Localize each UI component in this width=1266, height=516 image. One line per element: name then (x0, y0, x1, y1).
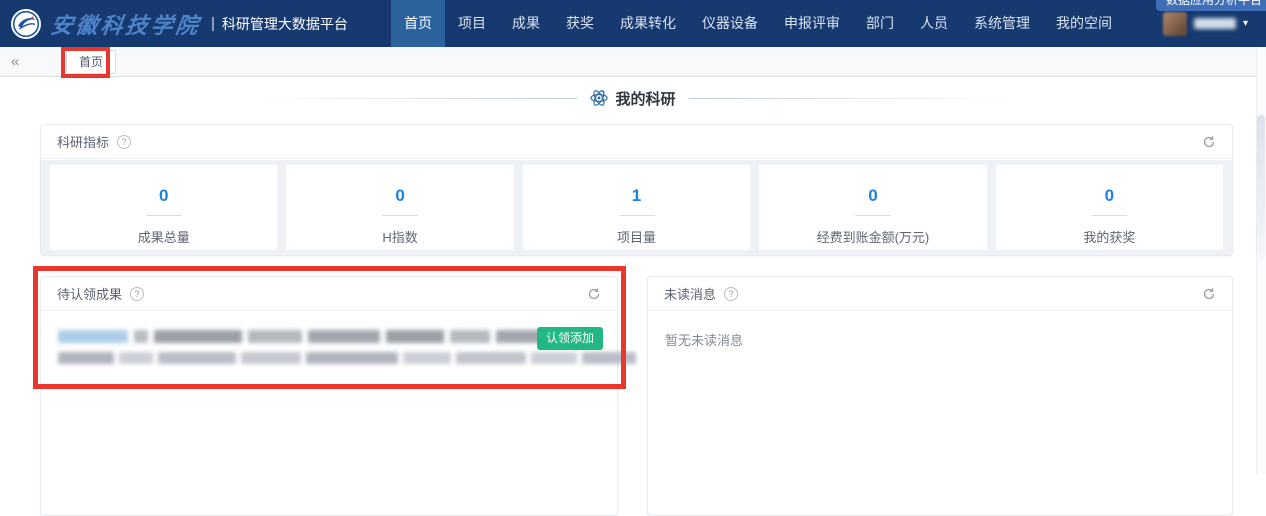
claims-panel-title: 待认领成果 (57, 284, 122, 303)
menu-item-home[interactable]: 首页 (391, 0, 445, 47)
menu-item-projects[interactable]: 项目 (445, 0, 499, 47)
metrics-cards: 0 成果总量 0 H指数 1 项目量 0 经费到账金额(万元) 0 我的获奖 (41, 160, 1232, 255)
empty-messages-text: 暂无未读消息 (665, 330, 743, 349)
divider-line-left (247, 98, 577, 99)
refresh-icon[interactable] (587, 287, 601, 301)
claim-item-detail-redacted (58, 352, 636, 364)
metrics-panel-header: 科研指标 ? (41, 125, 1232, 159)
redacted-segment (450, 330, 490, 343)
menu-item-equipment[interactable]: 仪器设备 (689, 0, 771, 47)
stat-card-projects[interactable]: 1 项目量 (523, 165, 750, 250)
redacted-segment (531, 352, 577, 364)
page: { "navbar": { "university_name": "安徽科技学院… (0, 0, 1266, 474)
menu-item-personnel[interactable]: 人员 (907, 0, 961, 47)
help-icon[interactable]: ? (724, 287, 738, 301)
redacted-segment (154, 330, 242, 343)
stat-label: 项目量 (523, 227, 750, 246)
stat-divider (382, 215, 418, 216)
stat-value: 0 (759, 186, 986, 206)
redacted-segment (582, 352, 636, 364)
stat-value: 0 (996, 186, 1223, 206)
help-icon[interactable]: ? (117, 135, 131, 149)
metrics-panel: 科研指标 ? 0 成果总量 0 H指数 1 项目量 0 经费到账金额(万元 (40, 124, 1233, 256)
stat-card-total-achievements[interactable]: 0 成果总量 (50, 165, 277, 250)
stat-label: H指数 (286, 227, 513, 246)
university-emblem-icon (10, 8, 42, 40)
redacted-segment (58, 330, 128, 343)
chevron-down-icon: ▾ (1243, 18, 1248, 29)
stat-value: 1 (523, 186, 750, 206)
stat-divider (146, 215, 182, 216)
messages-panel-title: 未读消息 (664, 284, 716, 303)
menu-item-application-review[interactable]: 申报评审 (771, 0, 853, 47)
redacted-segment (456, 352, 526, 364)
scrollbar-track[interactable] (1256, 47, 1266, 474)
user-name-redacted (1194, 18, 1236, 29)
stat-value: 0 (50, 186, 277, 206)
stat-label: 我的获奖 (996, 227, 1223, 246)
stat-label: 经费到账金额(万元) (759, 227, 986, 246)
scrollbar-thumb[interactable] (1257, 115, 1265, 260)
stat-divider (855, 215, 891, 216)
stat-divider (1091, 215, 1127, 216)
university-name: 安徽科技学院 (49, 8, 204, 40)
atom-icon (590, 89, 608, 107)
collapse-sidebar-icon[interactable]: « (11, 47, 19, 76)
menu-item-system-admin[interactable]: 系统管理 (961, 0, 1043, 47)
redacted-segment (134, 330, 148, 343)
main-menu: 首页 项目 成果 获奖 成果转化 仪器设备 申报评审 部门 人员 系统管理 我的… (391, 0, 1125, 47)
stat-label: 成果总量 (50, 227, 277, 246)
refresh-icon[interactable] (1202, 287, 1216, 301)
messages-panel-header: 未读消息 ? (648, 277, 1232, 311)
menu-item-departments[interactable]: 部门 (853, 0, 907, 47)
stat-card-h-index[interactable]: 0 H指数 (286, 165, 513, 250)
menu-item-awards[interactable]: 获奖 (553, 0, 607, 47)
redacted-segment (306, 352, 398, 364)
stat-value: 0 (286, 186, 513, 206)
redacted-segment (158, 352, 236, 364)
avatar (1163, 12, 1187, 36)
redacted-segment (119, 352, 153, 364)
redacted-segment (248, 330, 302, 343)
redacted-segment (403, 352, 451, 364)
redacted-segment (241, 352, 301, 364)
unread-messages-panel: 未读消息 ? 暂无未读消息 (647, 276, 1233, 516)
refresh-icon[interactable] (1202, 135, 1216, 149)
claim-item-title-redacted (58, 330, 558, 343)
pending-claims-panel: 待认领成果 ? 认领添加 (40, 276, 618, 516)
platform-name: 科研管理大数据平台 (222, 14, 348, 34)
menu-item-achievements[interactable]: 成果 (499, 0, 553, 47)
metrics-panel-title: 科研指标 (57, 132, 109, 151)
claims-panel-header: 待认领成果 ? (41, 277, 617, 311)
page-title: 我的科研 (615, 88, 675, 109)
redacted-segment (58, 352, 114, 364)
help-icon[interactable]: ? (130, 287, 144, 301)
stat-divider (619, 215, 655, 216)
claim-add-button[interactable]: 认领添加 (537, 327, 603, 350)
user-menu[interactable]: ▾ (1163, 12, 1248, 36)
redacted-segment (308, 330, 380, 343)
tab-home[interactable]: 首页 (66, 50, 116, 74)
top-navbar: 安徽科技学院 | 科研管理大数据平台 首页 项目 成果 获奖 成果转化 仪器设备… (0, 0, 1266, 47)
menu-item-transformation[interactable]: 成果转化 (607, 0, 689, 47)
logo-divider: | (211, 15, 215, 32)
redacted-segment (386, 330, 444, 343)
section-header: 我的科研 (0, 88, 1266, 108)
logo[interactable]: 安徽科技学院 | 科研管理大数据平台 (0, 8, 348, 40)
menu-item-my-space[interactable]: 我的空间 (1043, 0, 1125, 47)
data-analysis-badge[interactable]: 数据应用分析平台 (1156, 0, 1266, 11)
divider-line-right (689, 98, 1019, 99)
stat-card-my-awards[interactable]: 0 我的获奖 (996, 165, 1223, 250)
tab-bar: « 首页 (0, 47, 1266, 77)
stat-card-funding[interactable]: 0 经费到账金额(万元) (759, 165, 986, 250)
